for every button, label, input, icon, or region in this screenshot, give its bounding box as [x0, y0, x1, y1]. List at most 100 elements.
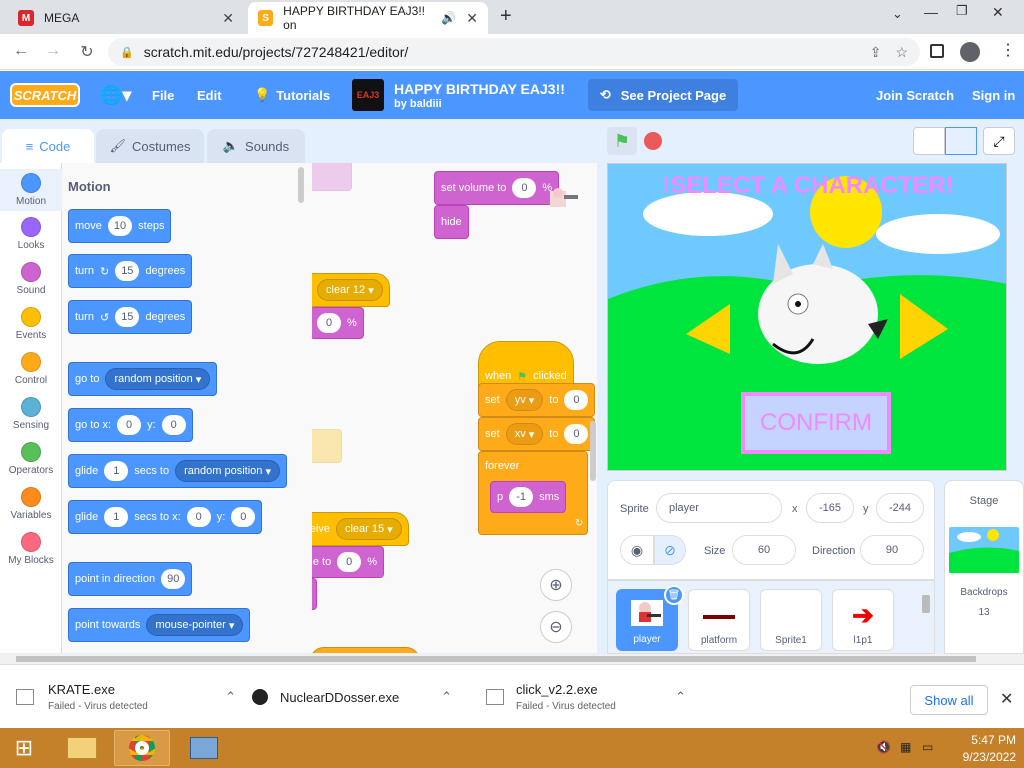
palette-scrollbar[interactable] — [298, 167, 304, 203]
block-point-direction[interactable]: point in direction 90 — [68, 562, 193, 596]
dropdown[interactable]: clear 15 ▾ — [335, 518, 402, 540]
block-glide-to[interactable]: glide 1 secs to random position ▾ — [68, 454, 287, 488]
direction-field[interactable]: 90 — [860, 535, 924, 565]
value-pill[interactable]: 0 — [117, 415, 142, 435]
dropdown[interactable]: mouse-pointer ▾ — [146, 614, 244, 636]
file-explorer-icon[interactable] — [54, 730, 110, 766]
volume-muted-icon[interactable]: 🔇 — [876, 740, 891, 754]
file-menu[interactable]: File — [152, 71, 174, 119]
value-pill[interactable]: 1 — [104, 461, 129, 481]
zoom-out-icon[interactable]: ⊖ — [540, 611, 572, 643]
x-field[interactable]: -165 — [806, 493, 854, 523]
menu-kebab-icon[interactable]: ⋮ — [1000, 40, 1016, 60]
project-title[interactable]: HAPPY BIRTHDAY EAJ3!! — [394, 81, 565, 97]
clock-time[interactable]: 5:47 PM — [950, 733, 1016, 747]
star-icon[interactable]: ☆ — [895, 44, 908, 61]
show-all-button[interactable]: Show all — [910, 685, 988, 715]
tab-code[interactable]: ≡ Code — [2, 129, 94, 163]
sign-in-link[interactable]: Sign in — [972, 71, 1015, 119]
block-set-volume[interactable]: olume to0% — [312, 546, 384, 578]
dropdown[interactable]: yv ▾ — [505, 389, 544, 411]
join-scratch-link[interactable]: Join Scratch — [876, 71, 954, 119]
show-eye-icon[interactable]: ◉ — [620, 535, 654, 565]
value-pill[interactable]: 0 — [317, 313, 341, 333]
category-operators[interactable]: Operators — [0, 442, 62, 476]
windows-start-icon[interactable]: ⊞ — [2, 730, 46, 766]
block-set-variable[interactable]: set yv ▾ to 0 — [478, 383, 596, 417]
chevron-up-icon[interactable]: ⌃ — [225, 689, 236, 705]
back-icon[interactable]: ← — [10, 42, 32, 60]
chrome-icon[interactable] — [114, 730, 170, 766]
value-pill[interactable]: 0 — [564, 390, 589, 410]
category-variables[interactable]: Variables — [0, 487, 62, 521]
dropdown[interactable]: random position ▾ — [105, 368, 211, 390]
value-pill[interactable]: 90 — [161, 569, 186, 589]
sidepanel-icon[interactable] — [930, 44, 944, 58]
block-turn-right[interactable]: turn ↻ 15 degrees — [68, 254, 193, 288]
stop-icon[interactable] — [644, 132, 662, 150]
close-tab-icon[interactable]: ✕ — [222, 10, 234, 27]
value-pill[interactable]: 0 — [161, 415, 186, 435]
value-pill[interactable]: 0 — [564, 424, 589, 444]
dropdown[interactable]: xv ▾ — [505, 423, 544, 445]
block-hide[interactable]: hide — [312, 578, 317, 610]
sprite-thumb-platform[interactable]: platform — [688, 589, 750, 651]
block-set-variable[interactable]: set xv ▾ to 0 — [478, 417, 596, 451]
network-icon[interactable]: ▦ — [900, 740, 911, 754]
block-go-to[interactable]: go to random position ▾ — [68, 362, 218, 396]
y-field[interactable]: -244 — [876, 493, 924, 523]
stage-canvas[interactable]: !SELECT A CHARACTER! CONFIRM — [607, 163, 1007, 471]
category-control[interactable]: Control — [0, 352, 62, 386]
sprite-name-field[interactable]: player — [656, 493, 782, 523]
new-tab-icon[interactable]: + — [500, 5, 512, 28]
zoom-in-icon[interactable]: ⊕ — [540, 569, 572, 601]
value-pill[interactable]: 0 — [186, 507, 211, 527]
battery-icon[interactable]: ▭ — [922, 740, 933, 754]
scratch-logo[interactable]: SCRATCH — [10, 83, 80, 107]
tab-scratch[interactable]: S HAPPY BIRTHDAY EAJ3!! on 🔊 ✕ — [248, 2, 488, 34]
small-stage-icon[interactable] — [913, 127, 945, 155]
clock-date[interactable]: 9/23/2022 — [950, 750, 1016, 764]
dropdown[interactable]: clear 12 ▾ — [317, 279, 383, 301]
sprite-thumb-l1p1[interactable]: ➔ l1p1 — [832, 589, 894, 651]
green-flag-icon[interactable]: ⚑ — [607, 127, 637, 155]
chevron-up-icon[interactable]: ⌃ — [441, 689, 452, 705]
reload-icon[interactable]: ↻ — [76, 42, 98, 62]
tab-sounds[interactable]: 🔈 Sounds — [207, 129, 305, 163]
restore-icon[interactable]: ❐ — [956, 3, 968, 19]
dropdown[interactable]: random position ▾ — [175, 460, 280, 482]
hide-eye-icon[interactable]: ⊘ — [654, 535, 686, 565]
tab-mega[interactable]: M MEGA ✕ — [8, 2, 244, 34]
block-move[interactable]: move 10 steps — [68, 209, 172, 243]
sprite-thumb-sprite1[interactable]: Sprite1 — [760, 589, 822, 651]
url-field[interactable]: 🔒 scratch.mit.edu/projects/727248421/edi… — [108, 38, 920, 66]
category-sensing[interactable]: Sensing — [0, 397, 62, 431]
project-author[interactable]: by baldiii — [394, 98, 442, 110]
see-project-page-button[interactable]: ⟲ See Project Page — [588, 79, 738, 111]
globe-icon[interactable]: 🌐▾ — [100, 71, 131, 119]
download-item[interactable]: click_v2.2.exe Failed - Virus detected ⌃ — [486, 677, 686, 717]
block-glide-to-xy[interactable]: glide 1 secs to x: 0 y: 0 — [68, 500, 263, 534]
category-events[interactable]: Events — [0, 307, 62, 341]
value-pill[interactable]: -1 — [509, 487, 534, 507]
value-pill[interactable]: 0 — [512, 178, 537, 198]
block-point-towards[interactable]: point towards mouse-pointer ▾ — [68, 608, 251, 642]
block-when-receive[interactable]: l receiveclear 15 ▾ — [312, 512, 409, 546]
tutorials-button[interactable]: 💡 Tutorials — [254, 71, 330, 119]
chevron-down-icon[interactable]: ⌄ — [892, 6, 903, 22]
scrollbar-thumb[interactable] — [16, 656, 976, 662]
value-pill[interactable]: 15 — [115, 307, 140, 327]
tab-costumes[interactable]: 🖌 Costumes — [96, 129, 204, 163]
block-go-to-xy[interactable]: go to x: 0 y: 0 — [68, 408, 193, 442]
category-looks[interactable]: Looks — [0, 217, 62, 251]
close-window-icon[interactable]: ✕ — [992, 4, 1004, 21]
stage-selector-panel[interactable]: Stage Backdrops 13 — [944, 480, 1024, 654]
sprite-list-scrollbar[interactable] — [922, 595, 930, 613]
size-field[interactable]: 60 — [732, 535, 796, 565]
close-tab-icon[interactable]: ✕ — [466, 10, 478, 27]
block-hide[interactable]: hide — [434, 205, 469, 239]
control-panel-icon[interactable] — [176, 730, 232, 766]
value-pill[interactable]: 1 — [104, 507, 129, 527]
chevron-up-icon[interactable]: ⌃ — [675, 689, 686, 705]
value-pill[interactable]: 0 — [337, 552, 362, 572]
